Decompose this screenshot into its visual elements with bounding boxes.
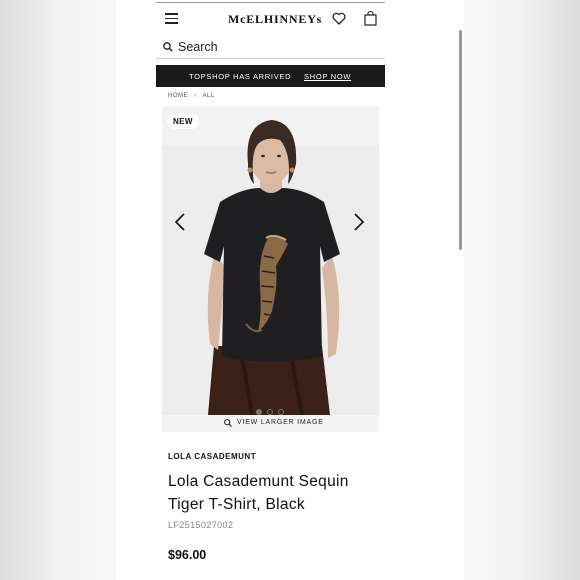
shopping-bag-icon[interactable] bbox=[364, 11, 377, 26]
product-image-gallery[interactable]: NEW VIEW LARGER IMAGE bbox=[162, 106, 379, 432]
search-bar[interactable]: Search bbox=[156, 37, 385, 59]
product-title: Lola Casademunt Sequin Tiger T-Shirt, Bl… bbox=[168, 473, 349, 513]
breadcrumb-home[interactable]: HOME bbox=[168, 93, 188, 99]
chevron-left-icon[interactable] bbox=[174, 213, 186, 231]
product-price: $96.00 bbox=[168, 548, 207, 562]
menu-icon[interactable] bbox=[165, 13, 178, 24]
product-brand[interactable]: LOLA CASADEMUNT bbox=[168, 452, 256, 461]
breadcrumb-all[interactable]: ALL bbox=[203, 93, 215, 99]
promo-banner: TOPSHOP HAS ARRIVED SHOP NOW bbox=[156, 65, 385, 87]
magnifier-icon bbox=[224, 419, 232, 427]
search-label: Search bbox=[178, 40, 218, 54]
scrollbar[interactable] bbox=[459, 30, 462, 250]
view-larger-image-button[interactable]: VIEW LARGER IMAGE bbox=[162, 415, 379, 432]
site-logo[interactable]: McELHINNEYs bbox=[228, 12, 322, 27]
heart-icon[interactable] bbox=[332, 12, 346, 25]
breadcrumb: HOME › ALL bbox=[168, 93, 215, 99]
search-icon bbox=[163, 42, 173, 52]
site-header: McELHINNEYs bbox=[156, 2, 385, 34]
breadcrumb-separator: › bbox=[194, 93, 197, 99]
product-photo bbox=[162, 106, 379, 415]
view-larger-label: VIEW LARGER IMAGE bbox=[237, 419, 324, 426]
mobile-page: McELHINNEYs Search TOPSHOP HAS ARRIVED S… bbox=[116, 0, 464, 580]
product-sku: LF2515027002 bbox=[168, 520, 234, 530]
chevron-right-icon[interactable] bbox=[353, 213, 365, 231]
new-badge: NEW bbox=[167, 114, 199, 129]
shop-now-link[interactable]: SHOP NOW bbox=[304, 72, 351, 81]
promo-text: TOPSHOP HAS ARRIVED bbox=[189, 72, 292, 81]
